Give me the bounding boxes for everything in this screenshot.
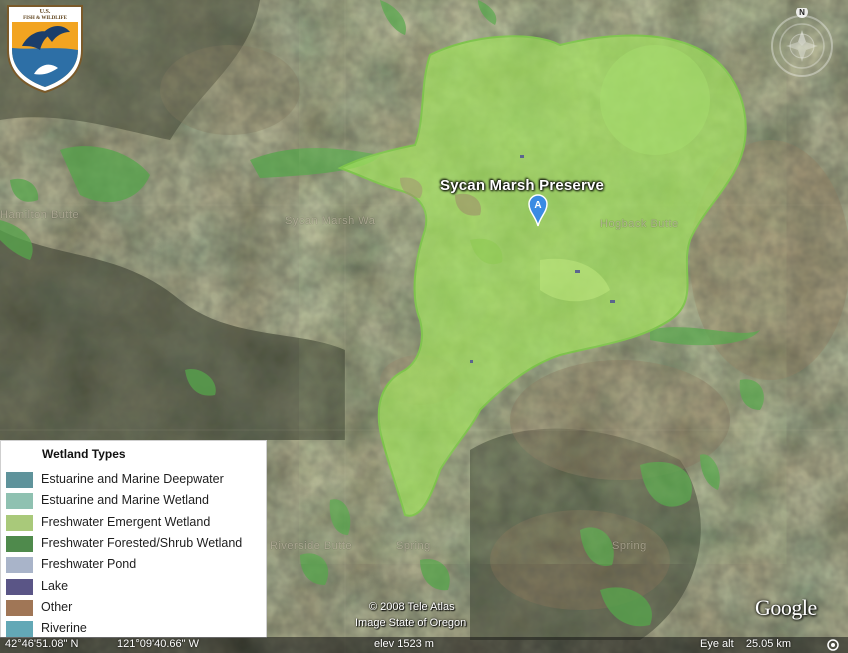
legend-item-label: Estuarine and Marine Wetland <box>41 493 209 508</box>
svg-text:FISH & WILDLIFE: FISH & WILDLIFE <box>23 16 67 21</box>
map-label-sycan-marsh: Sycan Marsh Wa <box>285 215 376 227</box>
elevation-readout: elev 1523 m <box>374 638 434 650</box>
legend-item-label: Freshwater Pond <box>41 557 137 572</box>
legend-item: Freshwater Pond <box>1 554 268 575</box>
legend-swatch <box>6 493 33 510</box>
map-label-riverside: Riverside Butte <box>270 540 353 552</box>
svg-text:U.S.: U.S. <box>40 9 51 15</box>
legend-title: Wetland Types <box>42 447 126 461</box>
legend-item: Freshwater Emergent Wetland <box>1 512 268 533</box>
status-bar: 42°46'51.08" N 121°09'40.66" W elev 1523… <box>0 637 848 653</box>
legend-item: Riverine <box>1 618 268 639</box>
google-logo: Google <box>755 595 817 620</box>
wetland-legend: Wetland Types Estuarine and Marine Deepw… <box>0 440 267 638</box>
legend-item-label: Riverine <box>41 621 87 636</box>
placemark-pin-icon[interactable]: A <box>527 193 549 227</box>
legend-swatch <box>6 514 33 531</box>
latitude-readout: 42°46'51.08" N <box>5 638 79 650</box>
legend-item: Estuarine and Marine Deepwater <box>1 469 268 490</box>
copyright-image-state: Image State of Oregon <box>355 617 467 629</box>
map-label-hamilton: Hamilton Butte <box>0 209 80 221</box>
legend-item: Other <box>1 597 268 618</box>
map-label-hogback: Hogback Butte <box>600 218 679 230</box>
place-label-sycan-marsh-preserve[interactable]: Sycan Marsh Preserve <box>440 177 604 194</box>
legend-swatch <box>6 557 33 574</box>
map-label-spring-2: Spring <box>612 540 647 552</box>
legend-item-label: Other <box>41 599 73 614</box>
map-label-spring-1: Spring <box>396 540 431 552</box>
longitude-readout: 121°09'40.66" W <box>117 638 199 650</box>
copyright-tele-atlas: © 2008 Tele Atlas <box>369 601 455 613</box>
streaming-status-icon <box>827 639 839 651</box>
legend-item-label: Freshwater Forested/Shrub Wetland <box>41 535 243 550</box>
legend-swatch <box>6 599 33 616</box>
legend-item-label: Lake <box>41 578 69 593</box>
legend-item-label: Freshwater Emergent Wetland <box>41 514 211 529</box>
placemark-letter: A <box>534 200 541 211</box>
legend-swatch <box>6 535 33 552</box>
legend-swatch <box>6 621 33 638</box>
legend-item: Freshwater Forested/Shrub Wetland <box>1 533 268 554</box>
compass-north-label: N <box>799 8 805 17</box>
legend-item: Lake <box>1 576 268 597</box>
compass-navigation-control[interactable]: N <box>764 8 840 84</box>
legend-item: Estuarine and Marine Wetland <box>1 490 268 511</box>
legend-swatch <box>6 472 33 488</box>
legend-swatch <box>6 578 33 595</box>
eye-altitude-readout: Eye alt 25.05 km <box>700 638 792 650</box>
fws-logo: U.S. FISH & WILDLIFE <box>7 5 83 94</box>
legend-item-label: Estuarine and Marine Deepwater <box>41 472 224 486</box>
